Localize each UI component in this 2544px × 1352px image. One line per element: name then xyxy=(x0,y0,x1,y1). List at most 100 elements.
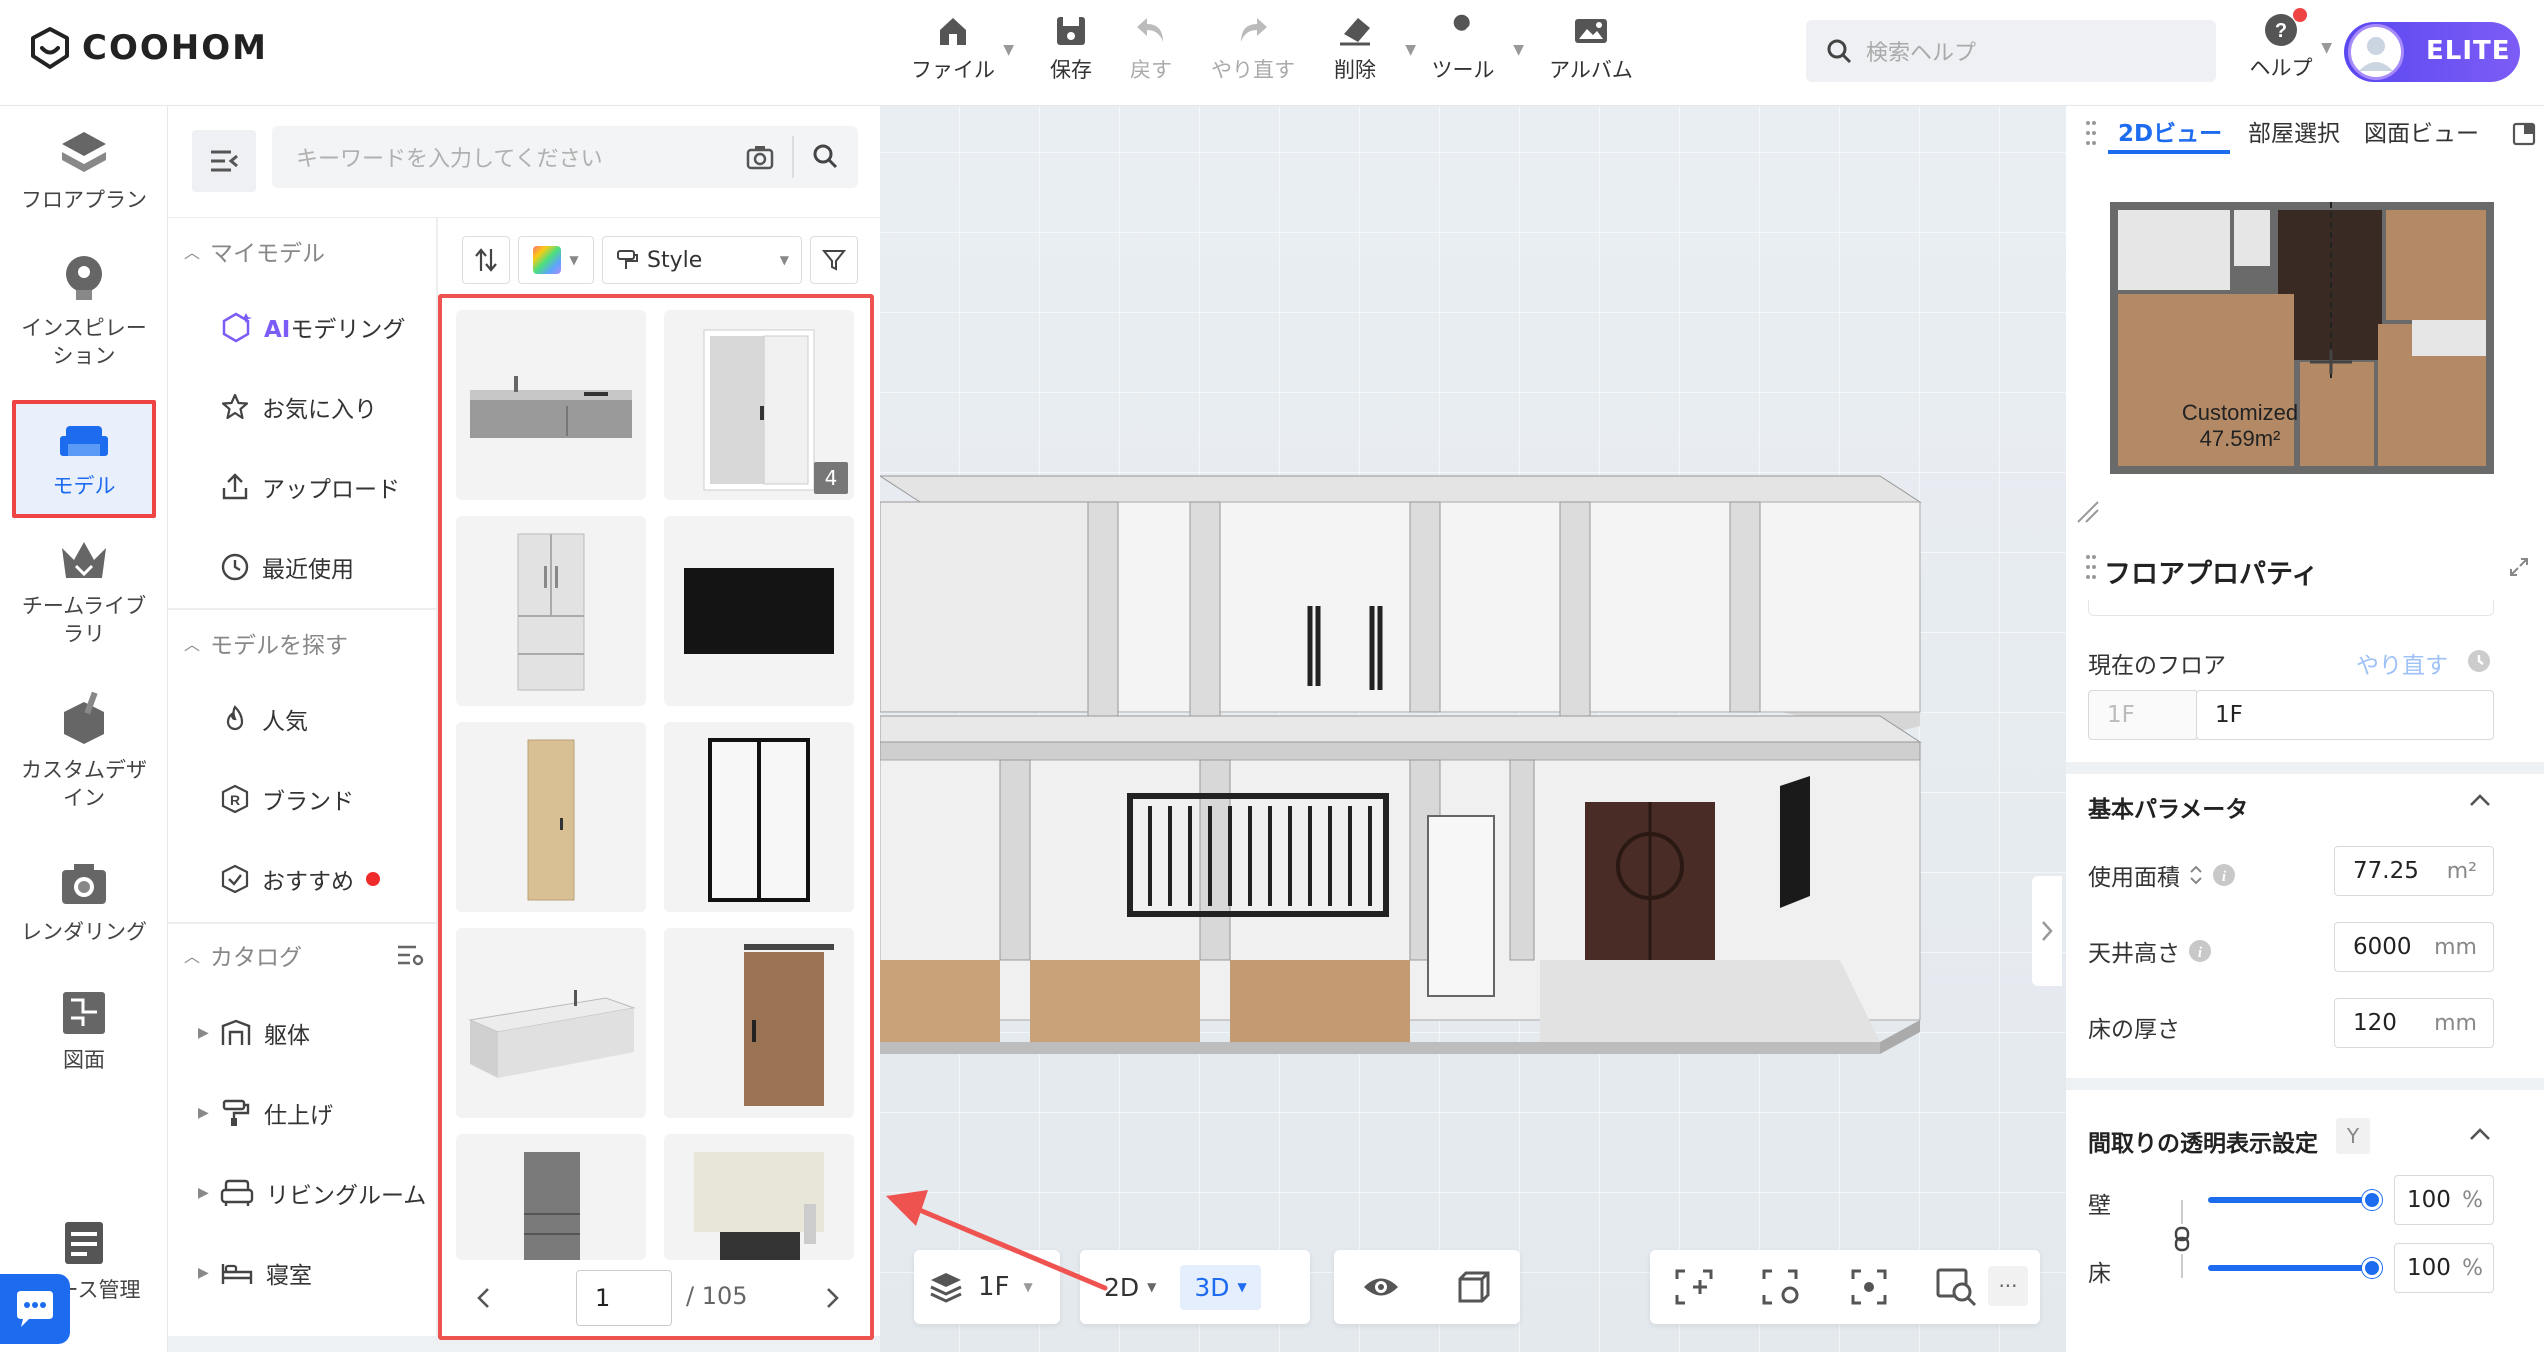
wrench-icon xyxy=(1451,14,1470,44)
section-my-models[interactable]: ︿ マイモデル xyxy=(184,234,325,268)
floor-thickness-value: 120 xyxy=(2353,1010,2397,1036)
nav-floorplan[interactable]: フロアプラン xyxy=(0,128,168,214)
3d-viewport[interactable]: 1F ▼ 2D ▼ 3D ▼ ··· xyxy=(880,106,2066,1352)
model-thumb-kitchen-island[interactable] xyxy=(456,928,646,1118)
info-icon[interactable]: i xyxy=(2212,863,2236,887)
album-button[interactable]: アルバム xyxy=(1536,14,1646,94)
nav-floorplan-label: フロアプラン xyxy=(21,188,147,212)
nav-rendering[interactable]: レンダリング xyxy=(0,860,168,946)
help-button[interactable]: ? ヘルプ ▼ xyxy=(2226,8,2336,96)
category-ai-modeling[interactable]: AIモデリング xyxy=(220,310,405,344)
chevron-up-icon: ︿ xyxy=(184,635,201,654)
nav-drawing[interactable]: 図面 xyxy=(0,988,168,1074)
wall-slider-knob[interactable] xyxy=(2362,1190,2382,1210)
wall-opacity-input[interactable]: 100 % xyxy=(2394,1175,2494,1225)
floor-thickness-input[interactable]: 120 mm xyxy=(2334,998,2494,1048)
view-3d-label: 3D xyxy=(1194,1272,1230,1302)
chevron-up-icon[interactable] xyxy=(2468,1126,2492,1142)
floor-name-input[interactable]: 1F xyxy=(2196,690,2494,740)
cube-icon[interactable] xyxy=(1456,1269,1492,1305)
redo-link[interactable]: やり直す xyxy=(2356,646,2448,680)
model-thumb-sliding-door[interactable]: 4 xyxy=(664,310,854,500)
zoom-search-icon[interactable] xyxy=(1934,1266,1978,1308)
focus-icon[interactable] xyxy=(1849,1267,1889,1307)
collapse-menu-button[interactable] xyxy=(192,130,256,192)
page-number-input[interactable]: 1 xyxy=(576,1270,672,1326)
more-icon[interactable]: ··· xyxy=(1988,1266,2028,1306)
nav-custom-design[interactable]: カスタムデザ イン xyxy=(0,692,168,812)
filter-button[interactable] xyxy=(810,236,858,284)
redo-button[interactable]: やり直す xyxy=(1198,14,1308,94)
undo-label: 戻す xyxy=(1130,58,1172,82)
section-find-models[interactable]: ︿ モデルを探す xyxy=(184,626,348,660)
view-3d-button[interactable]: 3D ▼ xyxy=(1180,1264,1261,1310)
chevron-right-icon[interactable] xyxy=(822,1286,842,1310)
model-thumb-barn-door[interactable] xyxy=(664,928,854,1118)
category-recent[interactable]: 最近使用 xyxy=(220,550,354,584)
category-favorites[interactable]: お気に入り xyxy=(220,390,377,424)
resize-handle-icon[interactable] xyxy=(2074,498,2100,524)
brand-logo[interactable]: COOHOM xyxy=(28,26,268,70)
section-catalog[interactable]: ︿ カタログ xyxy=(184,938,424,972)
delete-button[interactable]: 削除 ▼ xyxy=(1300,14,1416,94)
chevron-up-icon[interactable] xyxy=(2468,792,2492,808)
category-recommended[interactable]: おすすめ xyxy=(220,862,380,896)
camera-search-icon[interactable] xyxy=(746,144,774,170)
model-thumb-tall-fridge[interactable] xyxy=(456,1134,646,1260)
floorplan-minimap[interactable]: Customized 47.59m² xyxy=(2110,202,2494,474)
category-living-room[interactable]: ▶ リビングルーム xyxy=(198,1176,426,1210)
model-thumb-wooden-door[interactable] xyxy=(456,722,646,912)
drag-handle-icon[interactable] xyxy=(2086,120,2096,146)
style-filter-dropdown[interactable]: Style ▼ xyxy=(602,236,802,284)
category-popular[interactable]: 人気 xyxy=(220,702,308,736)
model-thumb-glass-door[interactable] xyxy=(664,722,854,912)
tab-2d-view[interactable]: 2Dビュー xyxy=(2118,114,2222,148)
nav-inspiration[interactable]: インスピレー ション xyxy=(0,252,168,370)
delete-label: 削除 xyxy=(1334,58,1376,82)
floor-opacity-input[interactable]: 100 % xyxy=(2394,1243,2494,1293)
panel-layout-icon[interactable] xyxy=(2512,122,2536,146)
catalog-settings-icon[interactable] xyxy=(396,943,424,967)
chevron-down-icon: ▼ xyxy=(2321,40,2332,56)
ceiling-height-input[interactable]: 6000 mm xyxy=(2334,922,2494,972)
view-options xyxy=(1334,1250,1520,1324)
nav-team-library[interactable]: チームライブ ラリ xyxy=(0,536,168,648)
sofa-icon xyxy=(60,426,108,456)
expand-icon[interactable] xyxy=(2508,556,2530,578)
color-filter-dropdown[interactable]: ▼ xyxy=(518,236,594,284)
tab-plan-view[interactable]: 図面ビュー xyxy=(2364,114,2479,148)
category-brand[interactable]: R ブランド xyxy=(220,782,354,816)
category-bedroom[interactable]: ▶ 寝室 xyxy=(198,1256,312,1290)
tools-menu-button[interactable]: ツール ▼ xyxy=(1408,14,1524,94)
floor-slider-knob[interactable] xyxy=(2362,1258,2382,1278)
model-thumb-television[interactable] xyxy=(664,516,854,706)
keyword-search-input[interactable]: キーワードを入力してください xyxy=(272,126,858,188)
expand-right-panel-button[interactable] xyxy=(2032,876,2062,986)
help-search-input[interactable]: 検索ヘルプ xyxy=(1806,20,2216,82)
view-settings-icon[interactable] xyxy=(1760,1267,1804,1307)
link-chain-icon[interactable] xyxy=(2170,1194,2194,1284)
caret-right-icon: ▶ xyxy=(198,1105,209,1121)
category-structure[interactable]: ▶ 躯体 xyxy=(198,1016,310,1050)
category-upload[interactable]: アップロード xyxy=(220,470,400,504)
file-menu-button[interactable]: ファイル ▼ xyxy=(898,14,1014,94)
chat-support-button[interactable] xyxy=(0,1274,70,1344)
undo-button[interactable]: 戻す xyxy=(1096,14,1206,94)
chevron-left-icon[interactable] xyxy=(474,1286,494,1310)
info-icon[interactable]: i xyxy=(2188,939,2212,963)
drag-handle-icon[interactable] xyxy=(2086,554,2096,580)
sort-toggle-icon[interactable] xyxy=(2188,863,2204,887)
tab-room-select[interactable]: 部屋選択 xyxy=(2248,114,2340,148)
area-input[interactable]: 77.25 m² xyxy=(2334,846,2494,896)
search-icon[interactable] xyxy=(812,143,838,169)
user-elite-badge[interactable]: ELITE xyxy=(2344,22,2520,82)
house-3d-model[interactable] xyxy=(880,446,1940,1186)
nav-model[interactable]: モデル xyxy=(12,400,156,518)
model-thumb-bathroom-set[interactable] xyxy=(664,1134,854,1260)
eye-icon[interactable] xyxy=(1362,1272,1400,1302)
category-finishing[interactable]: ▶ 仕上げ xyxy=(198,1096,333,1130)
add-view-icon[interactable] xyxy=(1673,1267,1715,1307)
model-thumb-refrigerator[interactable] xyxy=(456,516,646,706)
sort-button[interactable] xyxy=(462,236,510,284)
model-thumb-kitchen-counter[interactable] xyxy=(456,310,646,500)
